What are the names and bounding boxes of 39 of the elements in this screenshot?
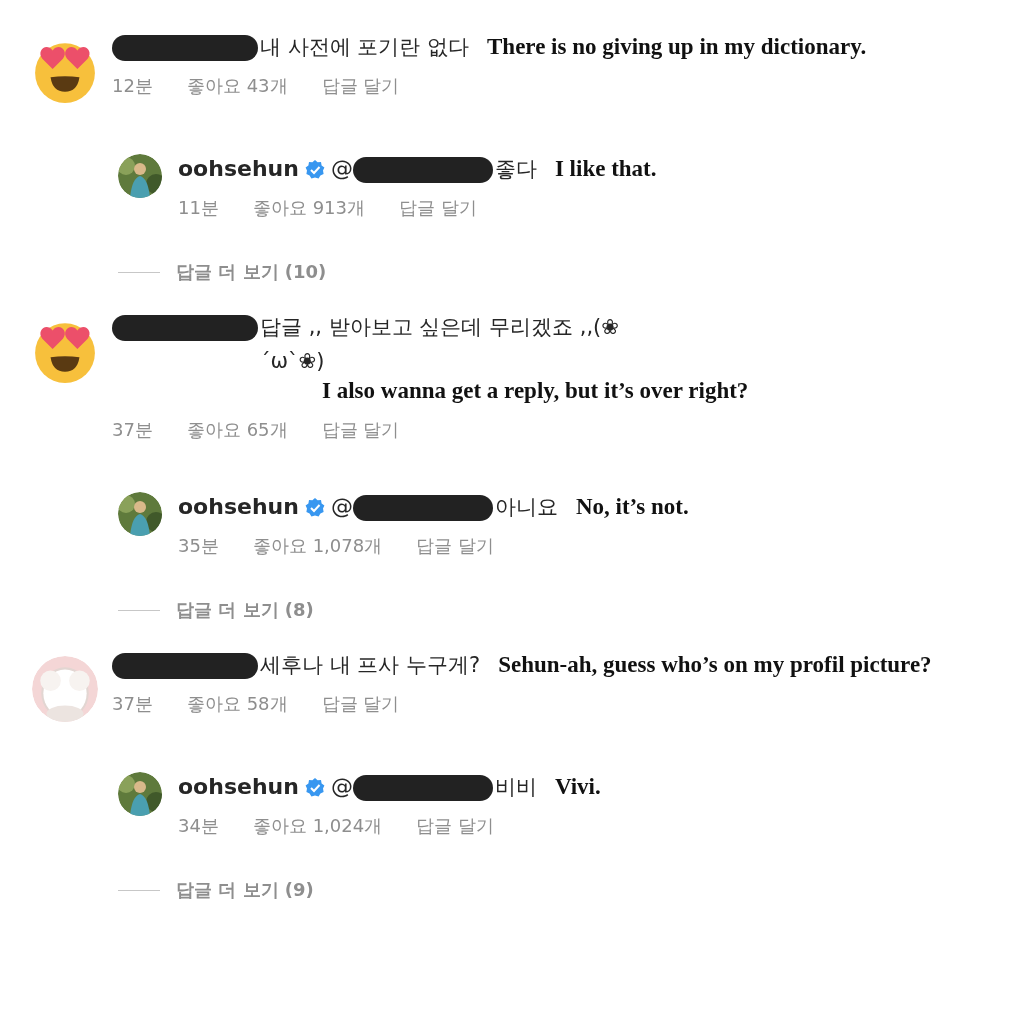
view-replies-link[interactable]: 답글 더 보기 (9) (176, 878, 314, 902)
likes-count[interactable]: 좋아요 1,078개 (252, 534, 383, 558)
likes-count[interactable]: 좋아요 913개 (252, 196, 365, 220)
mention-sign: @ (330, 774, 353, 799)
translation-text: I also wanna get a reply, but it’s over right? (322, 377, 749, 405)
view-replies-link[interactable]: 답글 더 보기 (10) (176, 260, 327, 284)
comment-time: 37분 (112, 692, 153, 716)
reply-text: 비비 (494, 775, 537, 799)
view-replies-link[interactable]: 답글 더 보기 (8) (176, 598, 314, 622)
translation-text: Sehun-ah, guess who’s on my profil picture? (498, 652, 932, 677)
reply-time: 34분 (178, 814, 219, 838)
reply-text: 아니요 (494, 495, 558, 519)
reply-link[interactable]: 답글 달기 (321, 692, 400, 716)
mention-sign: @ (330, 156, 353, 181)
reply-time: 35분 (178, 534, 219, 558)
translation-text: Vivi. (554, 774, 601, 799)
translation-text: There is no giving up in my dictionary. (487, 34, 867, 59)
likes-count[interactable]: 좋아요 65개 (186, 418, 288, 442)
comment-text: 세후나 내 프사 누구게? (260, 652, 481, 679)
translation-text: I like that. (554, 156, 657, 181)
username[interactable]: oohsehun (178, 494, 299, 519)
likes-count[interactable]: 좋아요 43개 (186, 74, 288, 98)
reply-time: 11분 (178, 196, 219, 220)
reply-link[interactable]: 답글 달기 (321, 418, 400, 442)
username[interactable]: oohsehun (178, 774, 299, 799)
reply-link[interactable]: 답글 달기 (321, 74, 400, 98)
comment-text: 답글 ,, 받아보고 싶은데 무리겠죠 ,,(❀ ´ω`❀) (260, 314, 620, 375)
comment-time: 12분 (112, 74, 153, 98)
comment-text: 내 사전에 포기란 없다 (260, 34, 470, 61)
username[interactable]: oohsehun (178, 156, 299, 181)
reply-text: 좋다 (494, 157, 537, 181)
mention-sign: @ (330, 494, 353, 519)
likes-count[interactable]: 좋아요 58개 (186, 692, 288, 716)
reply-link[interactable]: 답글 달기 (399, 196, 477, 220)
comment-time: 37분 (112, 418, 153, 442)
translation-text: No, it’s not. (575, 494, 689, 519)
reply-link[interactable]: 답글 달기 (416, 534, 494, 558)
reply-link[interactable]: 답글 달기 (416, 814, 494, 838)
likes-count[interactable]: 좋아요 1,024개 (252, 814, 383, 838)
